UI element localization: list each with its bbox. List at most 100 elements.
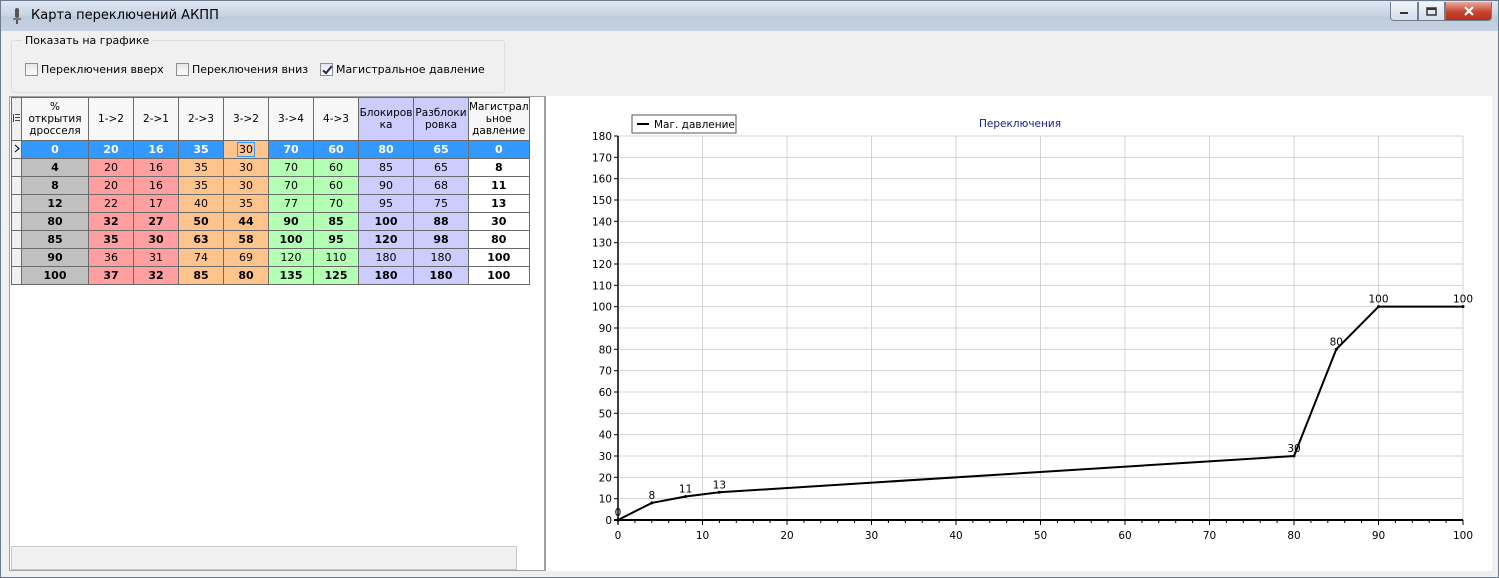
cell-1-2[interactable]: 20	[88, 176, 134, 195]
header-3-2[interactable]: 3->2	[223, 97, 269, 141]
row-header[interactable]	[11, 158, 22, 177]
header-throttle[interactable]: % открытия дросселя	[21, 97, 89, 141]
cell-3-2[interactable]: 80	[223, 266, 269, 285]
cell-throttle[interactable]: 4	[21, 158, 89, 177]
cell-2-1[interactable]: 17	[133, 194, 179, 213]
row-header[interactable]	[11, 194, 22, 213]
cell-unlock[interactable]: 68	[413, 176, 469, 195]
cell-line-pressure[interactable]: 30	[468, 212, 530, 231]
checkbox-box[interactable]	[176, 63, 189, 76]
header-3-4[interactable]: 3->4	[268, 97, 314, 141]
cell-lockup[interactable]: 90	[358, 176, 414, 195]
table-row[interactable]: 0 20 16 35 30 70 60 80 65 0	[11, 140, 530, 159]
cell-3-2[interactable]: 35	[223, 194, 269, 213]
cell-2-1[interactable]: 16	[133, 176, 179, 195]
cell-2-3[interactable]: 85	[178, 266, 224, 285]
cell-3-2[interactable]: 69	[223, 248, 269, 267]
cell-2-3[interactable]: 50	[178, 212, 224, 231]
title-bar[interactable]: Карта переключений АКПП	[1, 1, 1498, 31]
checkbox-shifts-down[interactable]: Переключения вниз	[176, 63, 308, 76]
select-all-cell[interactable]	[11, 97, 22, 141]
cell-2-3[interactable]: 40	[178, 194, 224, 213]
header-line-pressure[interactable]: Магистрал ьное давление	[468, 97, 530, 141]
cell-1-2[interactable]: 36	[88, 248, 134, 267]
minimize-button[interactable]	[1390, 2, 1418, 21]
cell-4-3[interactable]: 110	[313, 248, 359, 267]
cell-3-4[interactable]: 70	[268, 158, 314, 177]
header-1-2[interactable]: 1->2	[88, 97, 134, 141]
cell-unlock[interactable]: 180	[413, 266, 469, 285]
checkbox-box[interactable]	[320, 63, 333, 76]
cell-line-pressure[interactable]: 100	[468, 266, 530, 285]
cell-editor[interactable]: 30	[237, 142, 255, 157]
cell-2-3[interactable]: 35	[178, 158, 224, 177]
cell-3-2[interactable]: 30	[223, 176, 269, 195]
cell-1-2[interactable]: 32	[88, 212, 134, 231]
cell-4-3[interactable]: 60	[313, 158, 359, 177]
cell-2-3[interactable]: 63	[178, 230, 224, 249]
table-row[interactable]: 90 36 31 74 69 120 110 180 180 100	[11, 248, 530, 267]
header-2-3[interactable]: 2->3	[178, 97, 224, 141]
table-row[interactable]: 8 20 16 35 30 70 60 90 68 11	[11, 176, 530, 195]
cell-4-3[interactable]: 60	[313, 140, 359, 159]
table-row[interactable]: 80 32 27 50 44 90 85 100 88 30	[11, 212, 530, 231]
cell-unlock[interactable]: 180	[413, 248, 469, 267]
row-header[interactable]	[11, 176, 22, 195]
cell-2-3[interactable]: 35	[178, 176, 224, 195]
cell-1-2[interactable]: 20	[88, 158, 134, 177]
cell-1-2[interactable]: 35	[88, 230, 134, 249]
cell-4-3[interactable]: 85	[313, 212, 359, 231]
maximize-button[interactable]	[1418, 2, 1445, 21]
row-header[interactable]	[11, 212, 22, 231]
row-header[interactable]	[11, 230, 22, 249]
cell-3-2[interactable]: 44	[223, 212, 269, 231]
header-unlock[interactable]: Разблоки ровка	[413, 97, 469, 141]
cell-2-1[interactable]: 16	[133, 158, 179, 177]
cell-unlock[interactable]: 88	[413, 212, 469, 231]
cell-lockup[interactable]: 100	[358, 212, 414, 231]
cell-line-pressure[interactable]: 13	[468, 194, 530, 213]
checkbox-box[interactable]	[25, 63, 38, 76]
table-row[interactable]: 4 20 16 35 30 70 60 85 65 8	[11, 158, 530, 177]
cell-throttle[interactable]: 12	[21, 194, 89, 213]
header-lockup[interactable]: Блокиров ка	[358, 97, 414, 141]
cell-lockup[interactable]: 120	[358, 230, 414, 249]
row-header[interactable]	[11, 248, 22, 267]
cell-throttle[interactable]: 100	[21, 266, 89, 285]
cell-throttle[interactable]: 90	[21, 248, 89, 267]
table-row[interactable]: 12 22 17 40 35 77 70 95 75 13	[11, 194, 530, 213]
cell-throttle[interactable]: 0	[21, 140, 89, 159]
cell-2-1[interactable]: 27	[133, 212, 179, 231]
cell-3-4[interactable]: 77	[268, 194, 314, 213]
cell-2-1[interactable]: 30	[133, 230, 179, 249]
header-2-1[interactable]: 2->1	[133, 97, 179, 141]
table-row[interactable]: 100 37 32 85 80 135 125 180 180 100	[11, 266, 530, 285]
cell-2-1[interactable]: 32	[133, 266, 179, 285]
cell-line-pressure[interactable]: 8	[468, 158, 530, 177]
cell-1-2[interactable]: 37	[88, 266, 134, 285]
cell-line-pressure[interactable]: 100	[468, 248, 530, 267]
cell-line-pressure[interactable]: 11	[468, 176, 530, 195]
cell-1-2[interactable]: 20	[88, 140, 134, 159]
table-row[interactable]: 85 35 30 63 58 100 95 120 98 80	[11, 230, 530, 249]
cell-3-2[interactable]: 58	[223, 230, 269, 249]
cell-lockup[interactable]: 85	[358, 158, 414, 177]
cell-1-2[interactable]: 22	[88, 194, 134, 213]
cell-lockup[interactable]: 180	[358, 266, 414, 285]
cell-2-1[interactable]: 31	[133, 248, 179, 267]
cell-unlock[interactable]: 65	[413, 140, 469, 159]
cell-2-3[interactable]: 74	[178, 248, 224, 267]
cell-3-4[interactable]: 90	[268, 212, 314, 231]
cell-lockup[interactable]: 95	[358, 194, 414, 213]
cell-3-4[interactable]: 100	[268, 230, 314, 249]
cell-throttle[interactable]: 8	[21, 176, 89, 195]
checkbox-line-pressure[interactable]: Магистральное давление	[320, 63, 485, 76]
cell-line-pressure[interactable]: 0	[468, 140, 530, 159]
cell-lockup[interactable]: 180	[358, 248, 414, 267]
cell-line-pressure[interactable]: 80	[468, 230, 530, 249]
cell-4-3[interactable]: 60	[313, 176, 359, 195]
cell-4-3[interactable]: 70	[313, 194, 359, 213]
cell-2-1[interactable]: 16	[133, 140, 179, 159]
cell-throttle[interactable]: 85	[21, 230, 89, 249]
cell-3-2[interactable]: 30	[223, 158, 269, 177]
